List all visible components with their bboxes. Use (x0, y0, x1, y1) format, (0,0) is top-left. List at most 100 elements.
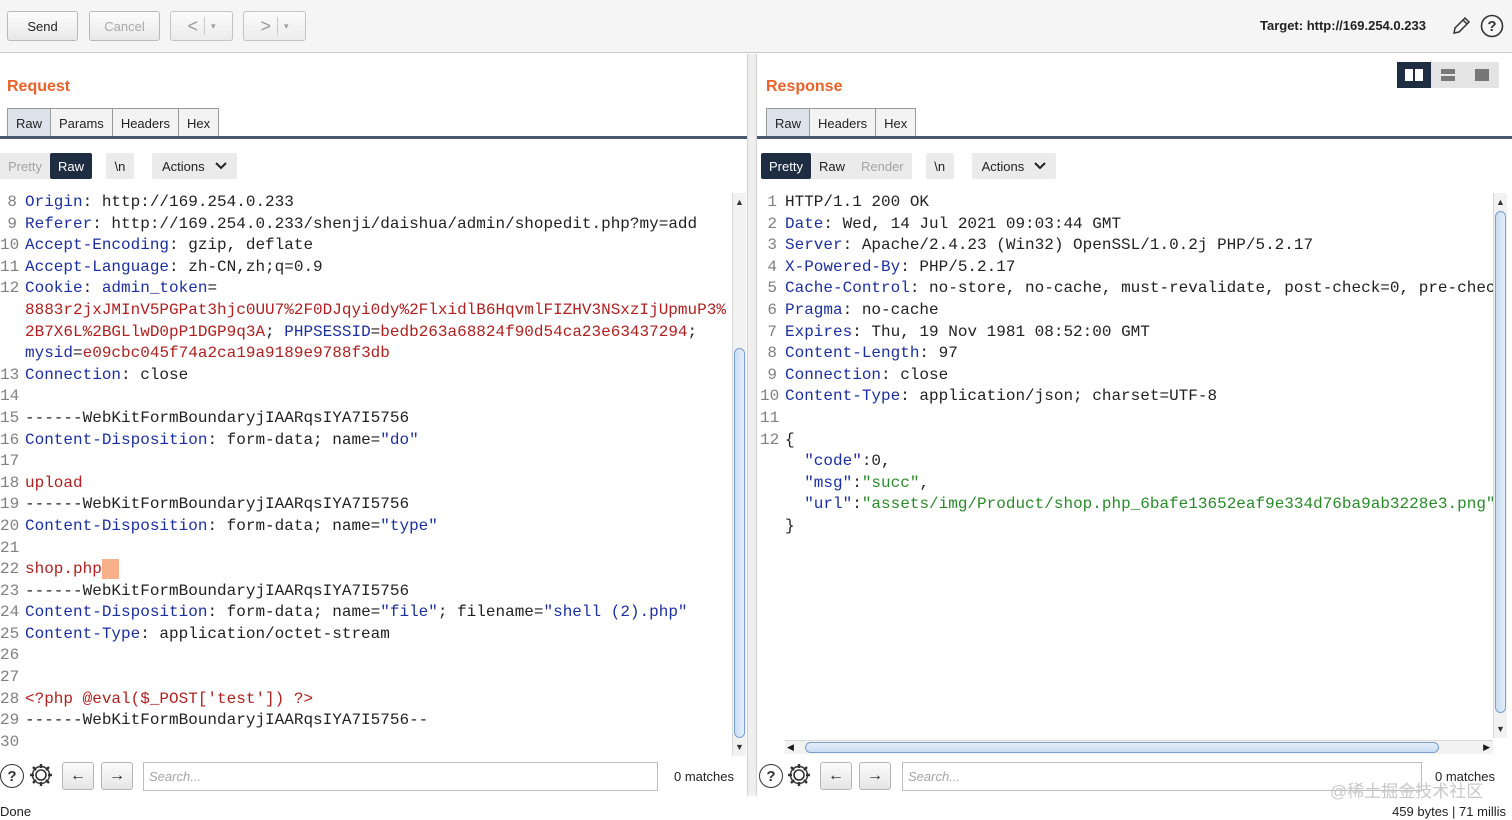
separator (276, 17, 278, 35)
separator (203, 17, 205, 35)
line-number: 8 (767, 344, 777, 363)
line-content: Content-Disposition: form-data; name="do… (25, 430, 419, 452)
gear-icon[interactable] (786, 762, 812, 791)
request-vertical-scrollbar[interactable]: ▲ ▼ (732, 193, 746, 756)
token-text: ------WebKitFormBoundaryjIAARqsIYA7I5756 (25, 408, 410, 427)
actions-dropdown[interactable]: Actions (971, 153, 1057, 179)
response-horizontal-scrollbar[interactable]: ◀ ▶ (785, 740, 1493, 754)
code-line: 9 Referer: http://169.254.0.233/shenji/da… (0, 214, 731, 236)
code-line: 10 Content-Type: application/json; charse… (760, 386, 1493, 408)
code-line: 21 (0, 538, 731, 560)
code-line: 14 (0, 386, 731, 408)
next-match-button[interactable]: → (101, 762, 133, 790)
columns-icon (1405, 69, 1423, 81)
line-number: 10 (760, 387, 780, 406)
previous-match-button[interactable]: ← (62, 762, 94, 790)
token-text: ; filename= (437, 603, 544, 622)
code-line: 3 Server: Apache/2.4.23 (Win32) OpenSSL/1… (760, 235, 1493, 257)
response-editor[interactable]: 1 HTTP/1.1 200 OK 2 Date: Wed, 14 Jul 2021 … (760, 192, 1493, 740)
scroll-thumb[interactable] (805, 742, 1439, 753)
code-line: 2 Date: Wed, 14 Jul 2021 09:03:44 GMT (760, 214, 1493, 236)
token-value: 8883r2jxJMInV5PGPat3hjc0UU7%2F0DJqyi0dy%… (25, 300, 726, 319)
line-number: 12 (0, 279, 20, 298)
chevron-down-icon (214, 162, 227, 170)
layout-tabbed-button[interactable] (1465, 62, 1499, 88)
newline-toggle[interactable]: \n (925, 153, 954, 179)
cancel-button[interactable]: Cancel (89, 11, 160, 41)
chevron-down-icon[interactable]: ▾ (284, 21, 289, 32)
token-value: "msg" (804, 473, 853, 492)
scroll-up-icon[interactable]: ▲ (733, 195, 746, 209)
token-text: : (852, 495, 862, 514)
newline-toggle[interactable]: \n (105, 153, 134, 179)
gear-icon[interactable] (28, 762, 54, 791)
line-number: 17 (0, 452, 20, 471)
mode-raw[interactable]: Raw (49, 153, 92, 179)
panel-splitter[interactable] (747, 54, 757, 796)
history-back-button[interactable]: < ▾ (170, 11, 233, 41)
scroll-left-icon[interactable]: ◀ (787, 741, 794, 753)
tab-headers[interactable]: Headers (111, 108, 179, 137)
request-search-input[interactable] (143, 761, 658, 791)
token-text: ; (687, 322, 698, 341)
token-name: Content-Disposition (25, 430, 208, 449)
scroll-down-icon[interactable]: ▼ (1494, 722, 1507, 736)
line-number: 28 (0, 689, 20, 708)
line-content: Content-Disposition: form-data; name="fi… (25, 602, 688, 624)
scroll-thumb[interactable] (1495, 211, 1506, 713)
mode-render[interactable]: Render (852, 153, 912, 179)
line-content: ------WebKitFormBoundaryjIAARqsIYA7I5756 (25, 494, 409, 516)
tab-raw[interactable]: Raw (7, 108, 52, 137)
line-number: 24 (0, 603, 20, 622)
mode-pretty[interactable]: Pretty (761, 153, 811, 179)
line-number: 23 (0, 581, 20, 600)
scroll-up-icon[interactable]: ▲ (1494, 195, 1507, 209)
help-icon[interactable]: ? (759, 764, 783, 788)
scroll-thumb[interactable] (734, 348, 745, 738)
tab-headers[interactable]: Headers (809, 108, 877, 137)
tab-raw[interactable]: Raw (766, 108, 811, 137)
token-text: : 97 (919, 344, 958, 363)
code-line: 23 ------WebKitFormBoundaryjIAARqsIYA7I57… (0, 581, 731, 603)
line-content: Content-Disposition: form-data; name="ty… (25, 516, 438, 538)
previous-match-button[interactable]: ← (820, 762, 852, 790)
tab-hex[interactable]: Hex (875, 108, 917, 137)
pencil-icon[interactable] (1450, 15, 1472, 40)
history-forward-button[interactable]: > ▾ (243, 11, 306, 41)
token-name: mysid (25, 344, 74, 363)
mode-raw[interactable]: Raw (810, 153, 853, 179)
help-icon[interactable]: ? (0, 764, 24, 788)
actions-dropdown[interactable]: Actions (151, 153, 237, 179)
token-value: e09cbc045f74a2ca19a9189e9788f3db (82, 344, 390, 363)
tab-params[interactable]: Params (50, 108, 113, 137)
code-line: 2B7X6L%2BGLlwD0pP1DGP9q3A; PHPSESSID=bed… (0, 322, 731, 344)
code-line: 10 Accept-Encoding: gzip, deflate (0, 235, 731, 257)
line-number: 3 (767, 236, 777, 255)
tabs-underline (0, 136, 747, 139)
status-text: Done (0, 804, 32, 819)
line-content: Referer: http://169.254.0.233/shenji/dai… (25, 214, 697, 236)
token-text: , (919, 473, 930, 492)
token-text: } (785, 516, 795, 535)
help-icon[interactable]: ? (1480, 14, 1504, 41)
response-vertical-scrollbar[interactable]: ▲ ▼ (1493, 193, 1507, 738)
line-number: 15 (0, 408, 20, 427)
layout-stacked-button[interactable] (1431, 62, 1465, 88)
request-editor[interactable]: 8 Origin: http://169.254.0.233 9 Referer: h… (0, 192, 731, 757)
response-title: Response (766, 78, 843, 95)
token-value: shop.php (25, 560, 102, 579)
code-line: 11 (760, 408, 1493, 430)
response-view-bar: Pretty Raw Render \n Actions (761, 152, 1057, 180)
line-content: shop.php (25, 559, 119, 581)
forward-arrow-icon: > (260, 15, 271, 36)
tab-hex[interactable]: Hex (177, 108, 220, 137)
next-match-button[interactable]: → (859, 762, 891, 790)
layout-side-by-side-button[interactable] (1397, 62, 1431, 88)
request-panel: Request Raw Params Headers Hex Pretty Ra… (0, 54, 747, 796)
mode-pretty[interactable]: Pretty (0, 153, 50, 179)
scroll-right-icon[interactable]: ▶ (1483, 741, 1490, 753)
code-line: 24 Content-Disposition: form-data; name="… (0, 602, 731, 624)
scroll-down-icon[interactable]: ▼ (733, 740, 746, 754)
send-button[interactable]: Send (7, 11, 78, 41)
chevron-down-icon[interactable]: ▾ (211, 21, 216, 32)
